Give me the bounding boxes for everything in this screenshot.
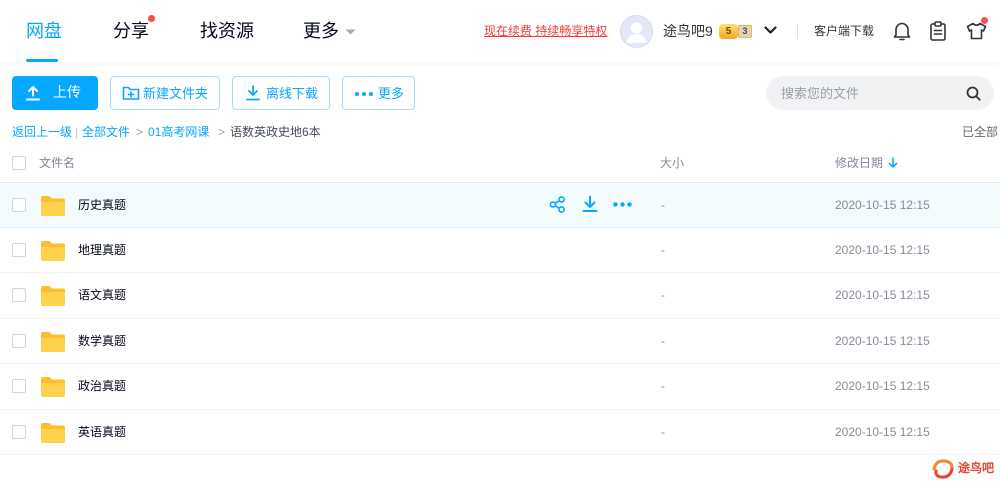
more-dots-icon: [355, 92, 373, 96]
folder-icon: [40, 376, 66, 398]
row-checkbox[interactable]: [12, 242, 26, 257]
file-size: -: [661, 198, 665, 212]
row-checkbox[interactable]: [12, 198, 26, 212]
client-download-link[interactable]: 客户端下载: [814, 24, 874, 39]
folder-icon: [40, 331, 66, 353]
vip-badge[interactable]: 5 3: [719, 24, 753, 39]
breadcrumb-all-files[interactable]: 全部文件: [82, 124, 130, 140]
offline-download-button-label: 离线下载: [266, 86, 319, 101]
bell-icon[interactable]: [893, 21, 911, 41]
file-name[interactable]: 政治真题: [78, 377, 126, 395]
folder-icon: [40, 285, 66, 307]
file-modified-date: 2020-10-15 12:15: [835, 288, 930, 302]
vip-sub-badge: 3: [738, 25, 752, 38]
nav-divider: [797, 24, 798, 38]
file-modified-date: 2020-10-15 12:15: [835, 242, 930, 257]
file-size: -: [661, 424, 665, 439]
table-row[interactable]: 数学真题 - 2020-10-15 12:15: [0, 319, 1000, 364]
more-actions-button[interactable]: 更多: [342, 76, 415, 110]
file-name[interactable]: 语文真题: [78, 286, 126, 304]
search-icon[interactable]: [966, 86, 981, 101]
user-avatar-icon[interactable]: [620, 15, 653, 48]
top-nav: 网盘 分享 找资源 更多 现在续费 持续畅享特权 途鸟吧9 5 3 客户端下载: [0, 0, 1000, 62]
caret-down-icon[interactable]: [345, 29, 356, 35]
watermark-text: 途鸟吧: [958, 461, 995, 475]
active-tab-indicator: [26, 59, 58, 62]
file-size: -: [661, 288, 665, 302]
file-name[interactable]: 历史真题: [78, 196, 126, 214]
search-input[interactable]: [781, 76, 961, 110]
tab-netdisk[interactable]: 网盘: [26, 19, 62, 43]
offline-download-button[interactable]: 离线下载: [232, 76, 330, 110]
folder-plus-icon: [122, 85, 140, 101]
vip-level-badge: 5: [719, 24, 738, 39]
row-checkbox[interactable]: [12, 333, 26, 348]
column-header-size[interactable]: 大小: [660, 155, 684, 171]
download-icon: [246, 85, 260, 101]
file-name[interactable]: 地理真题: [78, 241, 126, 259]
breadcrumb-parent-folder[interactable]: 01高考网课: [148, 124, 209, 140]
tshirt-icon[interactable]: [966, 22, 987, 40]
new-folder-button-label: 新建文件夹: [143, 86, 209, 101]
swirl-logo-icon: [930, 457, 956, 481]
file-modified-date: 2020-10-15 12:15: [835, 198, 930, 212]
table-row[interactable]: 英语真题 - 2020-10-15 12:15: [0, 410, 1000, 455]
share-icon[interactable]: [549, 196, 566, 213]
file-modified-date: 2020-10-15 12:15: [835, 424, 930, 439]
select-all-checkbox[interactable]: [12, 156, 26, 170]
file-name[interactable]: 英语真题: [78, 423, 126, 441]
more-actions-button-label: 更多: [378, 86, 405, 101]
table-row[interactable]: 政治真题 - 2020-10-15 12:15: [0, 364, 1000, 410]
file-size: -: [661, 379, 665, 393]
column-header-modified[interactable]: 修改日期: [835, 155, 883, 171]
breadcrumb-current-folder: 语数英政史地6本: [230, 125, 321, 139]
file-size: -: [661, 242, 665, 257]
breadcrumb-arrow: >: [136, 125, 144, 139]
row-checkbox[interactable]: [12, 379, 26, 393]
new-folder-button[interactable]: 新建文件夹: [110, 76, 220, 110]
folder-icon: [40, 240, 66, 262]
row-checkbox[interactable]: [12, 288, 26, 302]
file-modified-date: 2020-10-15 12:15: [835, 379, 930, 393]
back-link[interactable]: 返回上一级: [12, 124, 72, 140]
tab-share[interactable]: 分享: [113, 19, 149, 43]
more-dots-icon[interactable]: [613, 202, 632, 207]
renew-promo-link[interactable]: 现在续费 持续畅享特权: [484, 24, 607, 38]
breadcrumb-divider: |: [75, 125, 79, 139]
folder-icon: [40, 195, 66, 217]
clipboard-icon[interactable]: [930, 21, 946, 41]
folder-icon: [40, 422, 66, 444]
share-notification-dot: [148, 15, 155, 22]
column-header-name[interactable]: 文件名: [39, 155, 75, 171]
breadcrumb-arrow: >: [218, 125, 226, 139]
file-name[interactable]: 数学真题: [78, 332, 126, 350]
sort-desc-arrow-icon[interactable]: [888, 157, 898, 169]
upload-icon: [25, 85, 41, 101]
upload-button[interactable]: 上传: [12, 76, 98, 110]
table-row[interactable]: 语文真题 - 2020-10-15 12:15: [0, 273, 1000, 319]
file-modified-date: 2020-10-15 12:15: [835, 333, 930, 348]
file-search-box: [766, 76, 994, 110]
download-icon[interactable]: [582, 195, 598, 213]
load-status: 已全部: [962, 125, 999, 139]
table-row[interactable]: 历史真题 - 2020-10-15 12:15: [0, 182, 1000, 228]
tab-find-resources[interactable]: 找资源: [200, 19, 254, 43]
row-checkbox[interactable]: [12, 424, 26, 439]
file-size: -: [661, 333, 665, 348]
tab-more[interactable]: 更多: [303, 19, 339, 43]
username[interactable]: 途鸟吧9: [663, 22, 713, 40]
skin-notification-dot: [981, 17, 988, 24]
upload-button-label: 上传: [53, 84, 81, 100]
table-row[interactable]: 地理真题 - 2020-10-15 12:15: [0, 228, 1000, 273]
user-menu-chevron-down-icon[interactable]: [764, 26, 777, 35]
